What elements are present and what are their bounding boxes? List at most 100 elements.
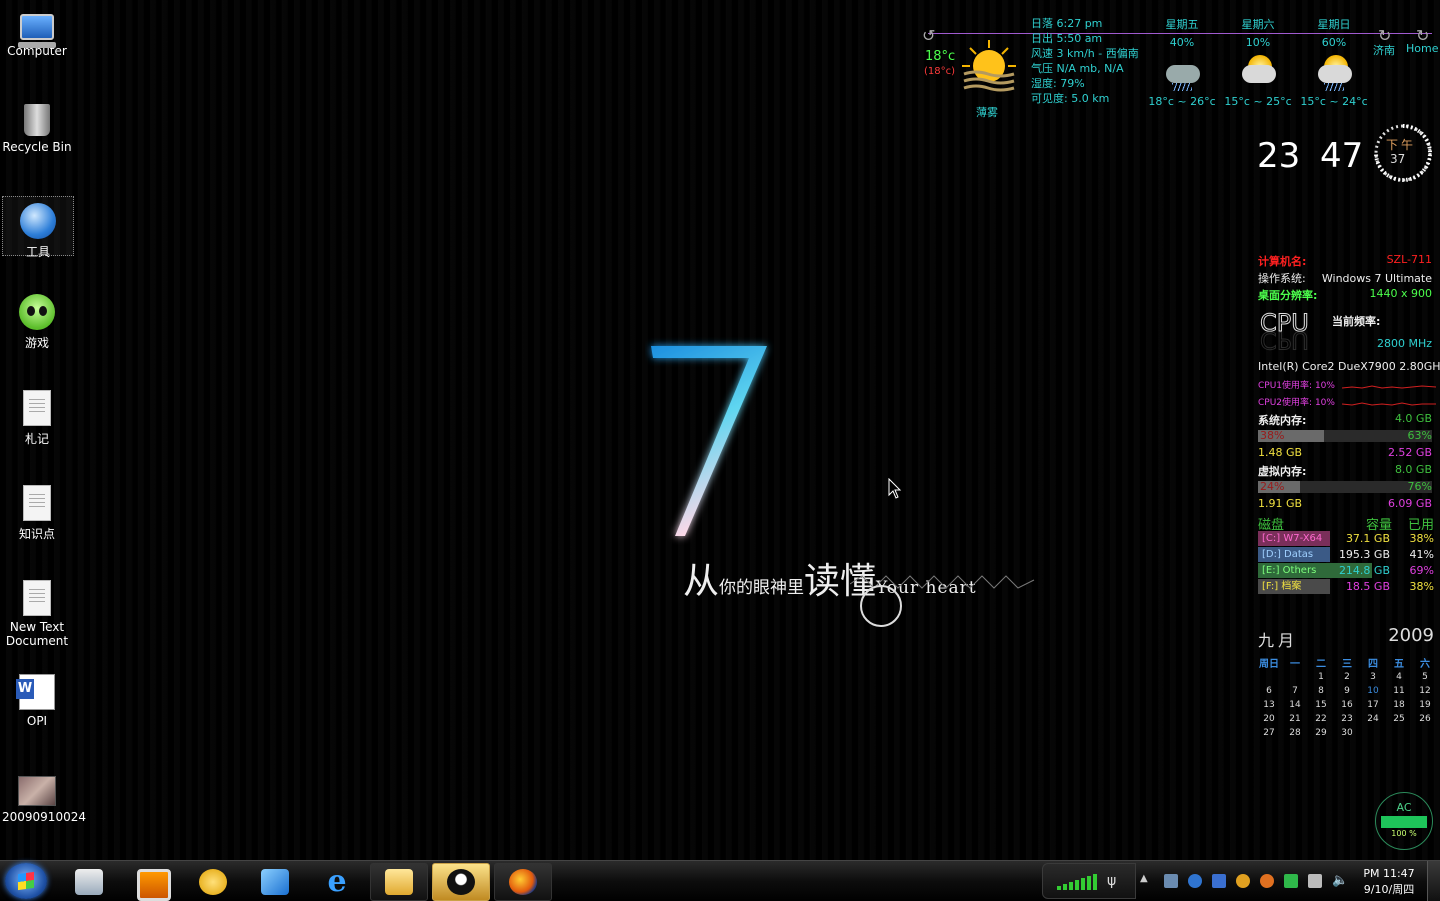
desktop-icon-notes[interactable]: 札记: [2, 384, 72, 447]
calendar-day[interactable]: 8: [1308, 684, 1334, 698]
calendar-day[interactable]: 22: [1308, 712, 1334, 726]
show-hidden-icons-arrow[interactable]: ▲: [1140, 873, 1148, 884]
desktop-icon-tools[interactable]: 工具: [2, 196, 74, 259]
show-desktop-button[interactable]: [1427, 861, 1440, 901]
calendar-day[interactable]: 14: [1282, 698, 1308, 712]
forecast-day-2: 星期六 10% 15°c ~ 25°c: [1223, 16, 1293, 108]
home-link[interactable]: Home: [1406, 42, 1438, 55]
desktop-icon-photo[interactable]: 20090910024: [2, 770, 86, 824]
calendar-month: 九月: [1258, 631, 1299, 650]
calendar-day[interactable]: 1: [1308, 670, 1334, 684]
taskbar: e ψ ▲ 🔈 PM 11:47 9/10/周四: [0, 860, 1440, 901]
calendar-day[interactable]: 18: [1386, 698, 1412, 712]
virtualbox-icon: [137, 869, 171, 901]
vmem-total: 8.0 GB: [1394, 463, 1432, 476]
computer-name-label: 计算机名:: [1258, 255, 1307, 268]
city-link[interactable]: 济南: [1373, 42, 1395, 58]
mail-tray-icon[interactable]: [1164, 874, 1178, 888]
prev-arrow-icon[interactable]: ↺: [922, 26, 935, 45]
calendar-day[interactable]: 24: [1360, 712, 1386, 726]
taskbar-clock[interactable]: PM 11:47 9/10/周四: [1358, 866, 1420, 898]
taskbar-app-qq[interactable]: [432, 863, 490, 901]
signal-strength-icon: [1057, 874, 1097, 890]
visibility-text: 可见度: 5.0 km: [1031, 92, 1110, 105]
taskbar-app-feather[interactable]: [246, 863, 304, 901]
calendar-day: [1256, 670, 1282, 684]
explorer-settings-icon: [75, 869, 103, 895]
calendar-day[interactable]: 3: [1360, 670, 1386, 684]
disk-row-c[interactable]: [C:] W7-X64 37.1 GB 38%: [1256, 531, 1436, 547]
forecast-chance: 10%: [1245, 36, 1271, 49]
calendar-day[interactable]: 17: [1360, 698, 1386, 712]
calendar-day[interactable]: 19: [1412, 698, 1438, 712]
security-tray-icon[interactable]: [1284, 874, 1298, 888]
disk-row-f[interactable]: [F:] 档案 18.5 GB 38%: [1256, 579, 1436, 595]
calendar-day[interactable]: 25: [1386, 712, 1412, 726]
volume-icon[interactable]: 🔈: [1332, 874, 1348, 888]
clock-second: 37: [1390, 152, 1406, 166]
desktop-icon-games[interactable]: 游戏: [2, 288, 72, 351]
taskbar-app-explorer[interactable]: [370, 863, 428, 901]
calendar-day[interactable]: 20: [1256, 712, 1282, 726]
taskbar-app-ie[interactable]: e: [308, 863, 366, 901]
calendar-day[interactable]: 4: [1386, 670, 1412, 684]
calendar-day[interactable]: 26: [1412, 712, 1438, 726]
calendar-day[interactable]: 7: [1282, 684, 1308, 698]
taskbar-app-settings[interactable]: [60, 863, 118, 901]
internet-explorer-icon: e: [327, 864, 347, 899]
desktop-icon-recycle-bin[interactable]: Recycle Bin: [2, 98, 72, 154]
calendar-day[interactable]: 10: [1360, 684, 1386, 698]
disk-row-e[interactable]: [E:] Others 214.8 GB 69%: [1256, 563, 1436, 579]
taskbar-app-messenger[interactable]: [184, 863, 242, 901]
calendar-day[interactable]: 28: [1282, 726, 1308, 740]
cpu-logo-reflection: CPU: [1260, 326, 1309, 354]
calendar-weekday: 三: [1342, 659, 1352, 670]
feather-app-icon: [261, 869, 289, 895]
calendar-weekday: 五: [1394, 659, 1404, 670]
globe-tray-icon[interactable]: [1188, 874, 1202, 888]
desktop-icon-label: OPI: [26, 714, 48, 728]
disk-row-d[interactable]: [D:] Datas 195.3 GB 41%: [1256, 547, 1436, 563]
forecast-day: 星期日: [1317, 18, 1351, 31]
calendar-weekday: 二: [1316, 659, 1326, 670]
desktop-icon-opi[interactable]: OPI: [2, 668, 72, 728]
calendar-day[interactable]: 15: [1308, 698, 1334, 712]
start-button[interactable]: [5, 863, 47, 899]
calendar-day[interactable]: 16: [1334, 698, 1360, 712]
calendar-day[interactable]: 27: [1256, 726, 1282, 740]
partly-cloudy-icon: [1238, 51, 1278, 91]
p-app-tray-icon[interactable]: [1212, 874, 1226, 888]
network-meter[interactable]: ψ: [1042, 863, 1136, 899]
thunderstorm-icon: [1162, 51, 1202, 91]
power-plug-tray-icon[interactable]: [1308, 874, 1322, 888]
calendar-day[interactable]: 23: [1334, 712, 1360, 726]
pressure-text: 气压 N/A mb, N/A: [1031, 62, 1124, 75]
calendar-day[interactable]: 30: [1334, 726, 1360, 740]
ram-used-pct: 63%: [1407, 429, 1432, 442]
taskbar-app-firefox[interactable]: [494, 863, 552, 901]
calendar-weekday: 六: [1420, 659, 1430, 670]
calendar-day[interactable]: 13: [1256, 698, 1282, 712]
calendar-day[interactable]: 2: [1334, 670, 1360, 684]
forecast-range: 15°c ~ 25°c: [1224, 95, 1292, 108]
qq2-tray-icon[interactable]: [1260, 874, 1274, 888]
desktop-icon-computer[interactable]: Computer: [2, 4, 72, 58]
freq-label: 当前频率:: [1332, 315, 1381, 328]
cpu1-label-text: CPU1使用率:: [1258, 381, 1313, 391]
calendar-day[interactable]: 9: [1334, 684, 1360, 698]
calendar-day[interactable]: 6: [1256, 684, 1282, 698]
forecast-chance: 60%: [1321, 36, 1347, 49]
calendar-day[interactable]: 21: [1282, 712, 1308, 726]
calendar-weekday: 四: [1368, 659, 1378, 670]
weather-gadget: ↺ 18°c (18°c) 薄雾 日落 6:27 pm 日出 5:50 am 风…: [918, 12, 1440, 122]
calendar-day[interactable]: 29: [1308, 726, 1334, 740]
desktop-icon-new-text-document[interactable]: New Text Document: [2, 574, 72, 648]
desktop-icon-knowledge[interactable]: 知识点: [2, 479, 72, 542]
ram-total: 4.0 GB: [1394, 412, 1432, 425]
taskbar-app-virtualbox[interactable]: [122, 863, 180, 901]
text-document-icon: [23, 580, 51, 616]
calendar-day[interactable]: 11: [1386, 684, 1412, 698]
calendar-day[interactable]: 5: [1412, 670, 1438, 684]
calendar-day[interactable]: 12: [1412, 684, 1438, 698]
qq-tray-icon[interactable]: [1236, 874, 1250, 888]
